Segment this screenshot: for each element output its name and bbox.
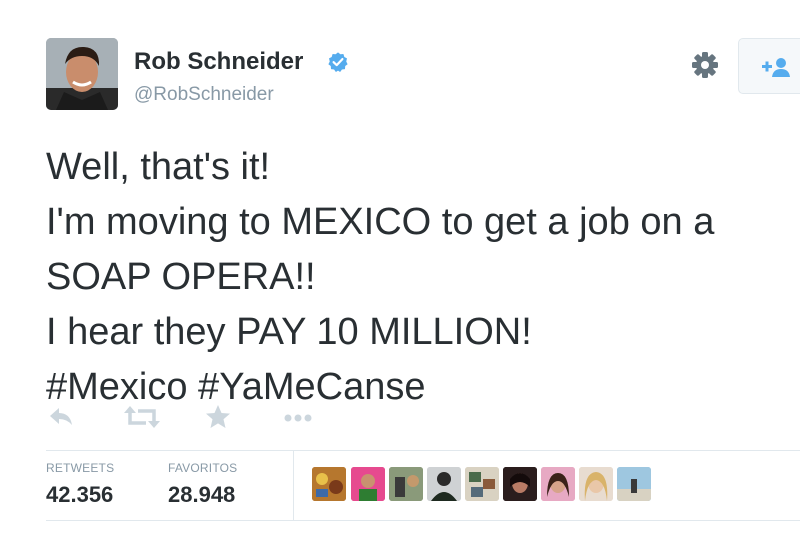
favoriter-avatar[interactable]	[427, 467, 461, 501]
tweet-line: I hear they PAY 10 MILLION!	[46, 311, 532, 353]
favoriter-avatar[interactable]	[579, 467, 613, 501]
user-handle[interactable]: @RobSchneider	[134, 84, 274, 106]
more-icon[interactable]	[282, 404, 314, 430]
favoriter-avatar[interactable]	[503, 467, 537, 501]
divider	[46, 450, 800, 451]
avatar[interactable]	[46, 38, 118, 110]
retweets-label[interactable]: RETWEETS	[46, 461, 114, 475]
gear-icon[interactable]	[690, 50, 720, 80]
favoriter-avatar[interactable]	[389, 467, 423, 501]
favoriter-avatar[interactable]	[541, 467, 575, 501]
favorites-label[interactable]: FAVORITOS	[168, 461, 237, 475]
retweets-count[interactable]: 42.356	[46, 482, 113, 508]
favorite-star-icon[interactable]	[204, 404, 232, 430]
favoriter-avatar[interactable]	[351, 467, 385, 501]
tweet-line: SOAP OPERA!!	[46, 256, 316, 298]
tweet-line: I'm moving to MEXICO to get a job on a	[46, 201, 715, 243]
favorites-count[interactable]: 28.948	[168, 482, 235, 508]
favoriter-avatar[interactable]	[617, 467, 651, 501]
verified-badge-icon	[328, 52, 348, 72]
tweet-text: Well, that's it! I'm moving to MEXICO to…	[46, 140, 800, 415]
divider	[46, 520, 800, 521]
favoriter-avatar[interactable]	[312, 467, 346, 501]
follow-person-icon	[762, 58, 790, 77]
retweet-icon[interactable]	[124, 404, 160, 430]
stats-separator	[293, 451, 294, 520]
favoriter-avatar[interactable]	[465, 467, 499, 501]
tweet-line: Well, that's it!	[46, 146, 271, 188]
user-display-name[interactable]: Rob Schneider	[134, 48, 303, 76]
reply-icon[interactable]	[46, 404, 76, 430]
follow-button[interactable]	[738, 38, 800, 94]
